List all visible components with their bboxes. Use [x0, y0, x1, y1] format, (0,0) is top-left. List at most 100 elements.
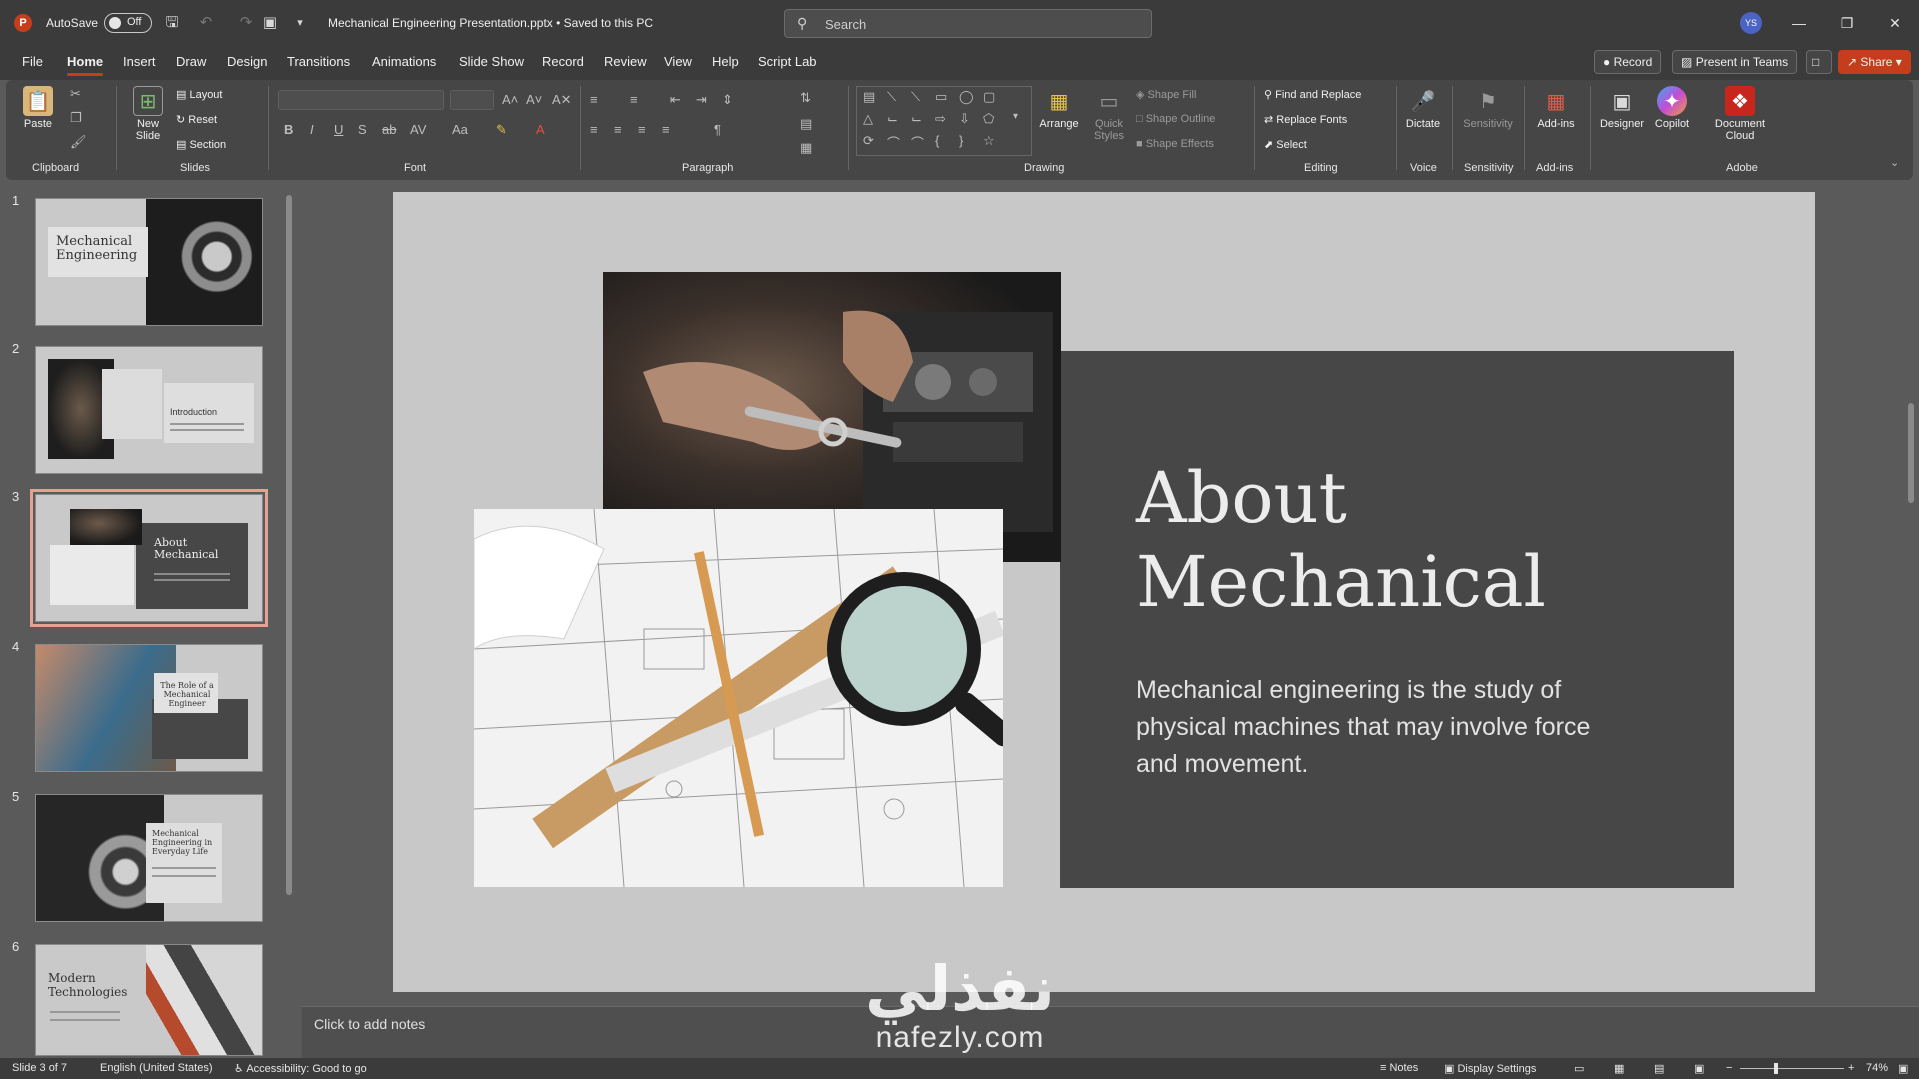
more-shapes-icon[interactable]: ▾	[1013, 111, 1018, 122]
normal-view-icon[interactable]: ▭	[1574, 1062, 1584, 1075]
save-icon[interactable]: 🖫	[162, 13, 182, 33]
comments-icon[interactable]: □	[1806, 50, 1832, 74]
down-arrow-shape-icon[interactable]: ⇩	[959, 111, 970, 127]
increase-font-icon[interactable]: A˄	[502, 92, 518, 107]
fit-slide-icon[interactable]: ▣	[1898, 1062, 1908, 1075]
slide-show-view-icon[interactable]: ▣	[1694, 1062, 1704, 1075]
tab-slide-show[interactable]: Slide Show	[459, 54, 524, 69]
line-shape-icon[interactable]: ⟍	[887, 89, 896, 105]
user-avatar[interactable]: YS	[1740, 12, 1762, 34]
present-in-teams-button[interactable]: ▨ Present in Teams	[1672, 50, 1798, 74]
present-from-start-icon[interactable]: ▣	[260, 13, 280, 33]
document-cloud-button[interactable]: ❖ Document Cloud	[1708, 86, 1772, 142]
tab-script-lab[interactable]: Script Lab	[758, 54, 817, 69]
scrollbar-thumb[interactable]	[1908, 403, 1914, 503]
slide-thumbnail-6[interactable]: Modern Technologies	[35, 944, 263, 1056]
align-right-icon[interactable]: ≡	[638, 122, 646, 137]
slide-photo-blueprint[interactable]	[474, 509, 1003, 887]
slide-body-text[interactable]: Mechanical engineering is the study of p…	[1136, 672, 1616, 783]
line-spacing-icon[interactable]: ⇕	[722, 92, 733, 108]
decrease-font-icon[interactable]: A˅	[526, 92, 542, 107]
oval-shape-icon[interactable]: ◯	[959, 89, 974, 105]
font-size-select[interactable]	[450, 90, 494, 110]
slide-thumbnail-3[interactable]: About Mechanical	[30, 489, 268, 627]
slide-position-status[interactable]: Slide 3 of 7	[12, 1062, 67, 1074]
tab-draw[interactable]: Draw	[176, 54, 206, 69]
zoom-slider-track[interactable]	[1740, 1068, 1844, 1069]
change-case-icon[interactable]: Aa	[452, 122, 468, 137]
tab-view[interactable]: View	[664, 54, 692, 69]
restore-icon[interactable]: ❐	[1836, 12, 1858, 34]
textbox-shape-icon[interactable]: ▤	[863, 89, 875, 105]
tab-review[interactable]: Review	[604, 54, 647, 69]
notes-pane[interactable]: Click to add notes	[302, 1006, 1919, 1058]
underline-icon[interactable]: U	[334, 122, 343, 137]
designer-button[interactable]: ▣ Designer	[1596, 86, 1648, 131]
justify-icon[interactable]: ≡	[662, 122, 670, 137]
add-ins-button[interactable]: ▦ Add-ins	[1530, 86, 1582, 131]
tab-home[interactable]: Home	[67, 54, 104, 76]
layout-button[interactable]: ▤ Layout	[176, 88, 222, 101]
tab-insert[interactable]: Insert	[123, 54, 156, 69]
align-left-icon[interactable]: ≡	[590, 122, 598, 137]
connector-shape-icon[interactable]: ⌙	[887, 111, 898, 127]
slide-scrollbar[interactable]	[1905, 183, 1917, 993]
minimize-icon[interactable]: —	[1788, 12, 1810, 34]
shapes-gallery[interactable]: ▤ ⟍ ⟍ ▭ ◯ ▢ △ ⌙ ⌙ ⇨ ⇩ ⬠ ⟳ ⌒ ⌒ { } ☆ ▾	[856, 86, 1032, 156]
accessibility-status[interactable]: ♿ Accessibility: Good to go	[234, 1062, 367, 1075]
shape-outline-button[interactable]: □ Shape Outline	[1136, 113, 1215, 125]
sensitivity-button[interactable]: ⚑ Sensitivity	[1458, 86, 1518, 131]
redo-icon[interactable]: ↷	[236, 13, 256, 33]
increase-indent-icon[interactable]: ⇥	[696, 92, 707, 108]
freeform-shape-icon[interactable]: ⟳	[863, 133, 874, 149]
display-settings-button[interactable]: ▣ Display Settings	[1444, 1062, 1536, 1075]
arrow-line-shape-icon[interactable]: ⟍	[911, 89, 920, 105]
select-button[interactable]: ⬈ Select	[1264, 138, 1307, 151]
find-and-replace-button[interactable]: ⚲ Find and Replace	[1264, 88, 1361, 101]
font-color-icon[interactable]: A	[536, 122, 545, 137]
slide-title[interactable]: About Mechanical	[1136, 456, 1656, 624]
paragraph-direction-icon[interactable]: ¶	[714, 122, 721, 137]
right-brace-shape-icon[interactable]: }	[959, 133, 963, 148]
autosave-toggle[interactable]: Off	[104, 13, 152, 33]
highlight-icon[interactable]: ✎	[496, 122, 507, 138]
section-button[interactable]: ▤ Section	[176, 138, 226, 151]
text-direction-icon[interactable]: ⇅	[800, 90, 811, 106]
align-text-icon[interactable]: ▤	[800, 116, 812, 132]
slide-thumbnail-4[interactable]: The Role of a Mechanical Engineer	[35, 644, 263, 772]
quick-styles-button[interactable]: ▭ Quick Styles	[1088, 86, 1130, 143]
font-family-select[interactable]	[278, 90, 444, 110]
character-spacing-icon[interactable]: AV	[410, 122, 426, 137]
smartart-icon[interactable]: ▦	[800, 140, 812, 156]
paste-button[interactable]: 📋 Paste	[20, 86, 56, 130]
tab-transitions[interactable]: Transitions	[287, 54, 350, 69]
record-button[interactable]: ● Record	[1594, 50, 1662, 74]
collapse-ribbon-icon[interactable]: ⌄	[1890, 156, 1899, 169]
pentagon-shape-icon[interactable]: ⬠	[983, 111, 994, 127]
scrollbar-thumb[interactable]	[286, 195, 292, 895]
shadow-icon[interactable]: S	[358, 122, 367, 137]
slide-thumbnail-2[interactable]: Introduction	[35, 346, 263, 474]
tab-help[interactable]: Help	[712, 54, 739, 69]
clear-formatting-icon[interactable]: A✕	[552, 92, 572, 108]
numbering-icon[interactable]: ≡	[630, 92, 638, 107]
arrange-button[interactable]: ▦ Arrange	[1034, 86, 1084, 131]
search-box[interactable]: ⚲ Search	[784, 9, 1152, 38]
thumbnails-scrollbar[interactable]	[284, 183, 294, 1053]
zoom-slider-handle[interactable]	[1774, 1063, 1778, 1074]
copy-icon[interactable]: ❐	[70, 110, 82, 126]
zoom-out-icon[interactable]: −	[1726, 1062, 1732, 1074]
arc-shape-icon[interactable]: ⌒	[911, 133, 924, 152]
bold-icon[interactable]: B	[284, 122, 293, 137]
customize-toolbar-icon[interactable]: ▾	[290, 13, 310, 33]
shape-fill-button[interactable]: ◈ Shape Fill	[1136, 88, 1196, 101]
elbow-connector-shape-icon[interactable]: ⌙	[911, 111, 922, 127]
italic-icon[interactable]: I	[310, 122, 314, 137]
rectangle-shape-icon[interactable]: ▭	[935, 89, 947, 105]
shape-effects-button[interactable]: ■ Shape Effects	[1136, 138, 1214, 150]
undo-icon[interactable]: ↶	[196, 13, 216, 33]
dictate-button[interactable]: 🎤 Dictate	[1402, 86, 1444, 131]
zoom-in-icon[interactable]: +	[1848, 1062, 1854, 1074]
curve-shape-icon[interactable]: ⌒	[887, 133, 900, 152]
replace-fonts-button[interactable]: ⇄ Replace Fonts	[1264, 113, 1347, 126]
